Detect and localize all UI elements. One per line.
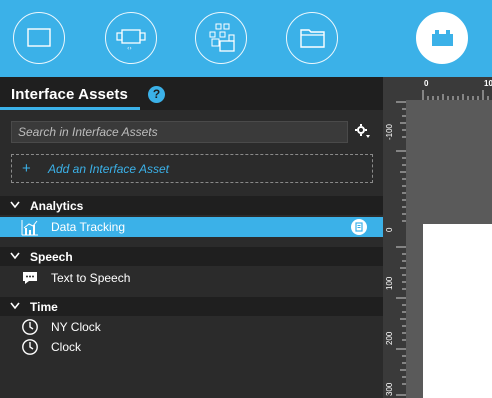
active-tab-indicator bbox=[0, 107, 140, 110]
add-asset-label: Add an Interface Asset bbox=[48, 162, 169, 176]
ruler-label: 10 bbox=[484, 79, 492, 88]
chevron-down-icon bbox=[10, 302, 20, 310]
screen-icon bbox=[27, 28, 51, 47]
ruler-label: -100 bbox=[385, 123, 394, 140]
search-input[interactable] bbox=[12, 122, 347, 142]
group-header-speech[interactable]: Speech bbox=[0, 247, 383, 266]
horizontal-ruler: 0 10 bbox=[383, 77, 492, 100]
gear-icon[interactable] bbox=[355, 123, 371, 139]
interface-assets-icon bbox=[432, 30, 453, 46]
document-icon[interactable] bbox=[351, 219, 367, 235]
group-label: Time bbox=[30, 300, 58, 314]
group-label: Speech bbox=[30, 250, 73, 264]
group-header-time[interactable]: Time bbox=[0, 297, 383, 316]
group-header-analytics[interactable]: Analytics bbox=[0, 196, 383, 215]
interface-assets-button[interactable] bbox=[416, 12, 468, 64]
list-item-data-tracking[interactable]: Data Tracking bbox=[0, 217, 383, 237]
ruler-label: 200 bbox=[385, 331, 394, 345]
plus-icon: + bbox=[22, 160, 31, 177]
list-item-label: Clock bbox=[51, 340, 82, 354]
artboard[interactable] bbox=[423, 224, 492, 398]
chevron-down-icon bbox=[10, 201, 20, 209]
vertical-ruler: -100 0 100 200 300 bbox=[383, 100, 406, 398]
component-button[interactable]: ‹› bbox=[105, 12, 157, 64]
list-item-label: NY Clock bbox=[51, 320, 101, 334]
list-item-text-to-speech[interactable]: Text to Speech bbox=[0, 268, 383, 288]
component-icon: ‹› bbox=[116, 29, 146, 52]
design-canvas[interactable]: 0 10 -100 0 100 200 300 bbox=[383, 77, 492, 398]
bar-chart-icon bbox=[21, 220, 38, 236]
top-toolbar: ‹› bbox=[0, 0, 492, 77]
clock-icon bbox=[22, 319, 38, 335]
interface-assets-panel: Interface Assets ? + Add an Interface As… bbox=[0, 77, 383, 398]
shapes-icon bbox=[209, 23, 235, 52]
folder-icon bbox=[300, 29, 325, 48]
speech-bubble-icon bbox=[23, 272, 37, 284]
ruler-label: 100 bbox=[385, 276, 394, 290]
ruler-label: 0 bbox=[424, 79, 429, 88]
list-item-ny-clock[interactable]: NY Clock bbox=[0, 317, 383, 337]
clock-icon bbox=[22, 339, 38, 355]
shapes-button[interactable] bbox=[195, 12, 247, 64]
ruler-label: 0 bbox=[385, 227, 394, 232]
group-label: Analytics bbox=[30, 199, 84, 213]
panel-header: Interface Assets ? bbox=[0, 77, 383, 110]
svg-text:‹›: ‹› bbox=[127, 45, 132, 52]
list-item-label: Text to Speech bbox=[51, 271, 131, 285]
search-box bbox=[11, 121, 348, 143]
panel-title: Interface Assets bbox=[11, 86, 128, 103]
chevron-down-icon bbox=[10, 252, 20, 260]
list-item-clock[interactable]: Clock bbox=[0, 337, 383, 357]
folder-button[interactable] bbox=[286, 12, 338, 64]
ruler-label: 300 bbox=[385, 382, 394, 396]
help-icon[interactable]: ? bbox=[148, 86, 165, 103]
add-interface-asset-button[interactable]: + Add an Interface Asset bbox=[11, 154, 373, 183]
list-item-label: Data Tracking bbox=[51, 220, 126, 234]
screen-button[interactable] bbox=[13, 12, 65, 64]
